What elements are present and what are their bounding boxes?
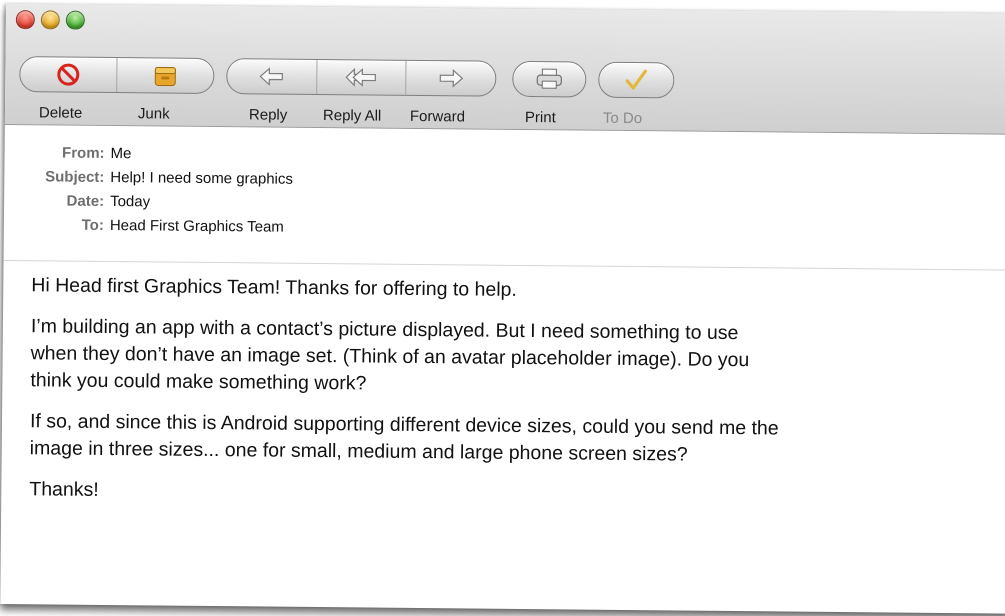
delete-button[interactable] [20, 57, 118, 93]
print-button[interactable] [512, 60, 587, 98]
forward-arrow-icon [439, 68, 463, 88]
zoom-window-button[interactable] [65, 10, 85, 30]
reply-all-arrow-icon [345, 67, 376, 87]
reply-all-button[interactable] [316, 59, 407, 95]
reply-all-label: Reply All [322, 107, 382, 125]
date-key: Date: [66, 192, 105, 210]
date-value: Today [110, 193, 151, 211]
body-line: when they don’t have an image set. (Thin… [30, 342, 750, 372]
todo-button-face[interactable] [599, 63, 673, 98]
minimize-window-button[interactable] [40, 10, 60, 30]
date-row: Date: Today [4, 192, 151, 211]
subject-value: Help! I need some graphics [110, 169, 294, 188]
to-value: Head First Graphics Team [109, 217, 284, 236]
window-controls [15, 10, 85, 30]
forward-label: Forward [409, 107, 466, 126]
body-paragraph-request: I’m building an app with a contact’s pic… [30, 313, 991, 403]
todo-label: To Do [602, 109, 643, 128]
delete-label: Delete [38, 104, 83, 122]
body-line: If so, and since this is Android support… [29, 410, 779, 440]
todo-button[interactable] [598, 61, 675, 99]
close-window-button[interactable] [15, 10, 35, 30]
subject-key: Subject: [45, 168, 105, 186]
message-header: From: Me Subject: Help! I need some graphi… [3, 139, 1005, 271]
body-greeting: Hi Head first Graphics Team! Thanks for … [31, 274, 517, 301]
reply-button[interactable] [227, 59, 318, 94]
junk-button[interactable] [117, 58, 213, 93]
delete-junk-group [19, 56, 215, 95]
reply-label: Reply [248, 106, 288, 124]
from-key: From: [61, 144, 105, 162]
body-line: I’m building an app with a contact’s pic… [30, 315, 739, 345]
reply-arrow-icon [259, 67, 284, 86]
forward-button[interactable] [406, 61, 495, 96]
print-button-face[interactable] [513, 62, 585, 97]
body-signoff: Thanks! [29, 478, 99, 501]
printer-icon [536, 68, 562, 89]
print-label: Print [524, 108, 556, 127]
message-body: Hi Head first Graphics Team! Thanks for … [29, 272, 991, 526]
from-value: Me [110, 145, 132, 163]
body-paragraph-sizes: If so, and since this is Android support… [30, 408, 990, 471]
to-row: To: Head First Graphics Team [4, 216, 284, 236]
from-row: From: Me [4, 144, 132, 163]
mail-window: Delete Junk Reply Reply All Forward Prin… [0, 4, 1005, 614]
junk-label: Junk [137, 105, 170, 123]
reply-group [226, 58, 497, 97]
checkmark-icon [625, 69, 647, 90]
body-line: image in three sizes... one for small, m… [29, 437, 688, 466]
junk-bin-icon [154, 66, 176, 87]
to-key: To: [81, 216, 104, 234]
toolbar: Delete Junk Reply Reply All Forward Prin… [4, 4, 1005, 135]
body-line: think you could make something work? [30, 369, 367, 395]
no-entry-icon [57, 63, 80, 86]
subject-row: Subject: Help! I need some graphics [4, 168, 294, 188]
